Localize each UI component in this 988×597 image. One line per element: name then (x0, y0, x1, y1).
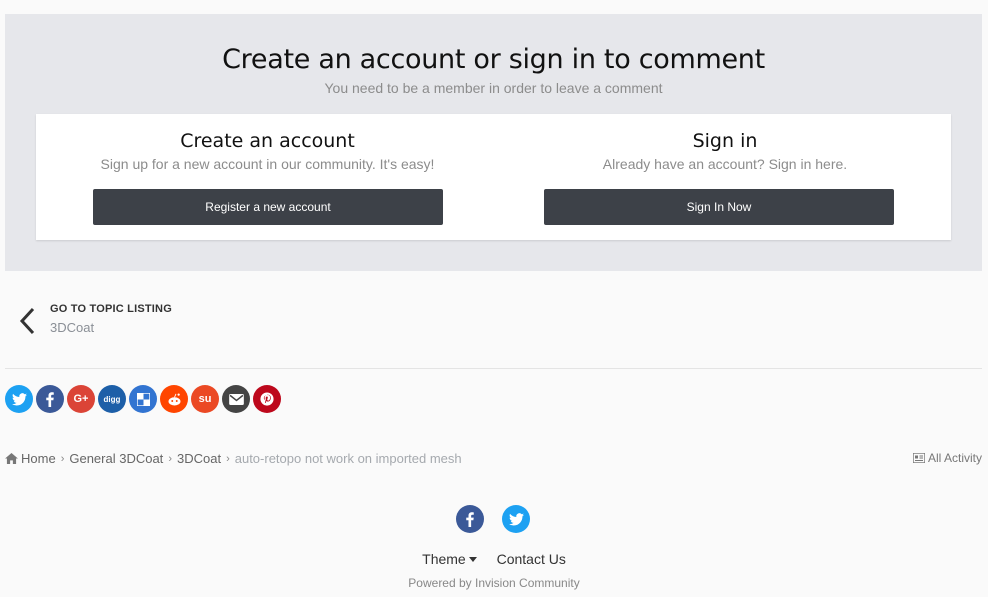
share-pinterest-button[interactable] (253, 385, 281, 413)
facebook-icon (46, 391, 54, 407)
footer-facebook-button[interactable] (456, 505, 484, 533)
sign-in-title: Sign in (692, 130, 758, 152)
twitter-icon (508, 512, 524, 525)
signin-panel: Create an account or sign in to comment … (5, 14, 982, 271)
breadcrumb-current: auto-retopo not work on imported mesh (234, 451, 462, 466)
create-account-subtitle: Sign up for a new account in our communi… (100, 156, 435, 172)
breadcrumb-home[interactable]: Home (21, 451, 56, 466)
share-buttons: G+ digg su (5, 385, 281, 413)
footer-social (456, 505, 530, 533)
create-account-title: Create an account (180, 130, 355, 152)
footer-links: Theme Contact Us (0, 551, 988, 567)
share-facebook-button[interactable] (36, 385, 64, 413)
theme-label: Theme (422, 551, 466, 567)
contact-us-link[interactable]: Contact Us (497, 551, 566, 567)
breadcrumb-general[interactable]: General 3DCoat (69, 451, 163, 466)
caret-down-icon (468, 557, 477, 562)
delicious-icon (136, 392, 150, 406)
chevron-right-icon: › (60, 452, 65, 465)
create-account-column: Create an account Sign up for a new acco… (36, 114, 499, 240)
panel-subtitle: You need to be a member in order to leav… (324, 80, 663, 96)
panel-box: Create an account Sign up for a new acco… (36, 114, 951, 240)
home-icon (5, 453, 18, 464)
sign-in-column: Sign in Already have an account? Sign in… (499, 114, 951, 240)
share-email-button[interactable] (222, 385, 250, 413)
all-activity-label: All Activity (927, 451, 982, 465)
theme-menu[interactable]: Theme (422, 551, 477, 567)
activity-icon (912, 453, 925, 463)
go-to-topic-forum: 3DCoat (50, 320, 95, 335)
sign-in-subtitle: Already have an account? Sign in here. (602, 156, 848, 172)
stumbleupon-icon: su (198, 393, 212, 405)
share-stumbleupon-button[interactable]: su (191, 385, 219, 413)
chevron-right-icon: › (226, 452, 230, 465)
footer-twitter-button[interactable] (502, 505, 530, 533)
share-reddit-button[interactable] (160, 385, 188, 413)
twitter-icon (11, 392, 27, 405)
breadcrumb-forum[interactable]: 3DCoat (177, 451, 221, 466)
email-icon (228, 393, 244, 405)
pinterest-icon (260, 392, 274, 406)
reddit-icon (168, 393, 180, 405)
panel-title: Create an account or sign in to comment (222, 44, 765, 75)
facebook-icon (466, 511, 474, 527)
share-digg-button[interactable]: digg (98, 385, 126, 413)
chevron-right-icon: › (168, 452, 172, 465)
breadcrumb: Home › General 3DCoat › 3DCoat › auto-re… (5, 451, 462, 466)
powered-by[interactable]: Powered by Invision Community (0, 576, 988, 590)
register-button[interactable]: Register a new account (93, 189, 443, 225)
google-plus-icon: G+ (73, 393, 89, 405)
go-to-topic-label: GO TO TOPIC LISTING (50, 303, 172, 315)
digg-icon: digg (103, 394, 121, 404)
sign-in-button[interactable]: Sign In Now (544, 189, 894, 225)
all-activity-link[interactable]: All Activity (912, 451, 982, 465)
share-twitter-button[interactable] (5, 385, 33, 413)
divider (5, 368, 982, 369)
chevron-left-icon (19, 307, 35, 335)
share-google-plus-button[interactable]: G+ (67, 385, 95, 413)
share-delicious-button[interactable] (129, 385, 157, 413)
